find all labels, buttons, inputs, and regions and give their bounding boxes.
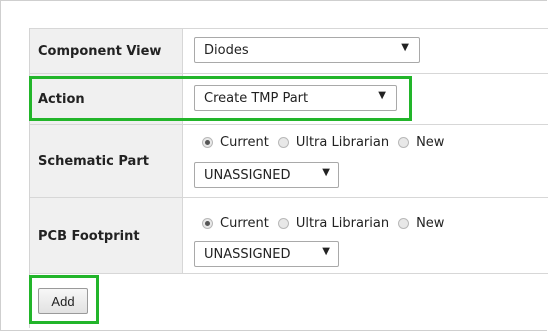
schematic-part-cell: Current Ultra Librarian New UNASSIGNED ▼ [184,125,548,198]
pcb-footprint-label: PCB Footprint [30,198,183,274]
caret-down-icon: ▼ [401,42,409,53]
pcb-new-label: New [416,216,445,231]
schematic-new-label: New [416,135,445,150]
pcb-current-label: Current [220,216,269,231]
component-view-value: Diodes [204,42,249,58]
schematic-new-radio[interactable] [398,137,410,148]
pcb-footprint-row: PCB Footprint Current Ultra Librarian Ne… [30,197,548,274]
add-row [30,273,548,330]
pcb-footprint-select[interactable]: UNASSIGNED ▼ [194,241,339,267]
pcb-ultra-librarian-radio[interactable] [277,218,289,229]
component-view-row: Component View Diodes ▼ [30,28,548,74]
schematic-ultra-librarian-radio[interactable] [277,137,289,148]
action-highlight-box [29,76,412,121]
schematic-part-row: Schematic Part Current Ultra Librarian N… [30,124,548,198]
add-button-highlight-box [29,275,99,324]
pcb-footprint-radio-group: Current Ultra Librarian New [202,216,453,231]
pcb-ultra-librarian-label: Ultra Librarian [295,216,390,231]
component-view-label: Component View [30,29,183,74]
schematic-part-select[interactable]: UNASSIGNED ▼ [194,162,339,188]
pcb-new-radio[interactable] [398,218,410,229]
pcb-footprint-value: UNASSIGNED [204,246,291,262]
component-view-select[interactable]: Diodes ▼ [194,37,420,63]
caret-down-icon: ▼ [322,167,330,178]
pcb-current-radio[interactable] [202,218,213,229]
schematic-part-radio-group: Current Ultra Librarian New [202,135,453,150]
schematic-part-label: Schematic Part [30,125,183,198]
schematic-current-radio[interactable] [202,137,213,148]
caret-down-icon: ▼ [322,246,330,257]
pcb-footprint-cell: Current Ultra Librarian New UNASSIGNED ▼ [184,198,548,274]
schematic-ultra-librarian-label: Ultra Librarian [295,135,390,150]
component-view-cell: Diodes ▼ [184,29,548,74]
schematic-current-label: Current [220,135,269,150]
schematic-part-value: UNASSIGNED [204,167,291,183]
